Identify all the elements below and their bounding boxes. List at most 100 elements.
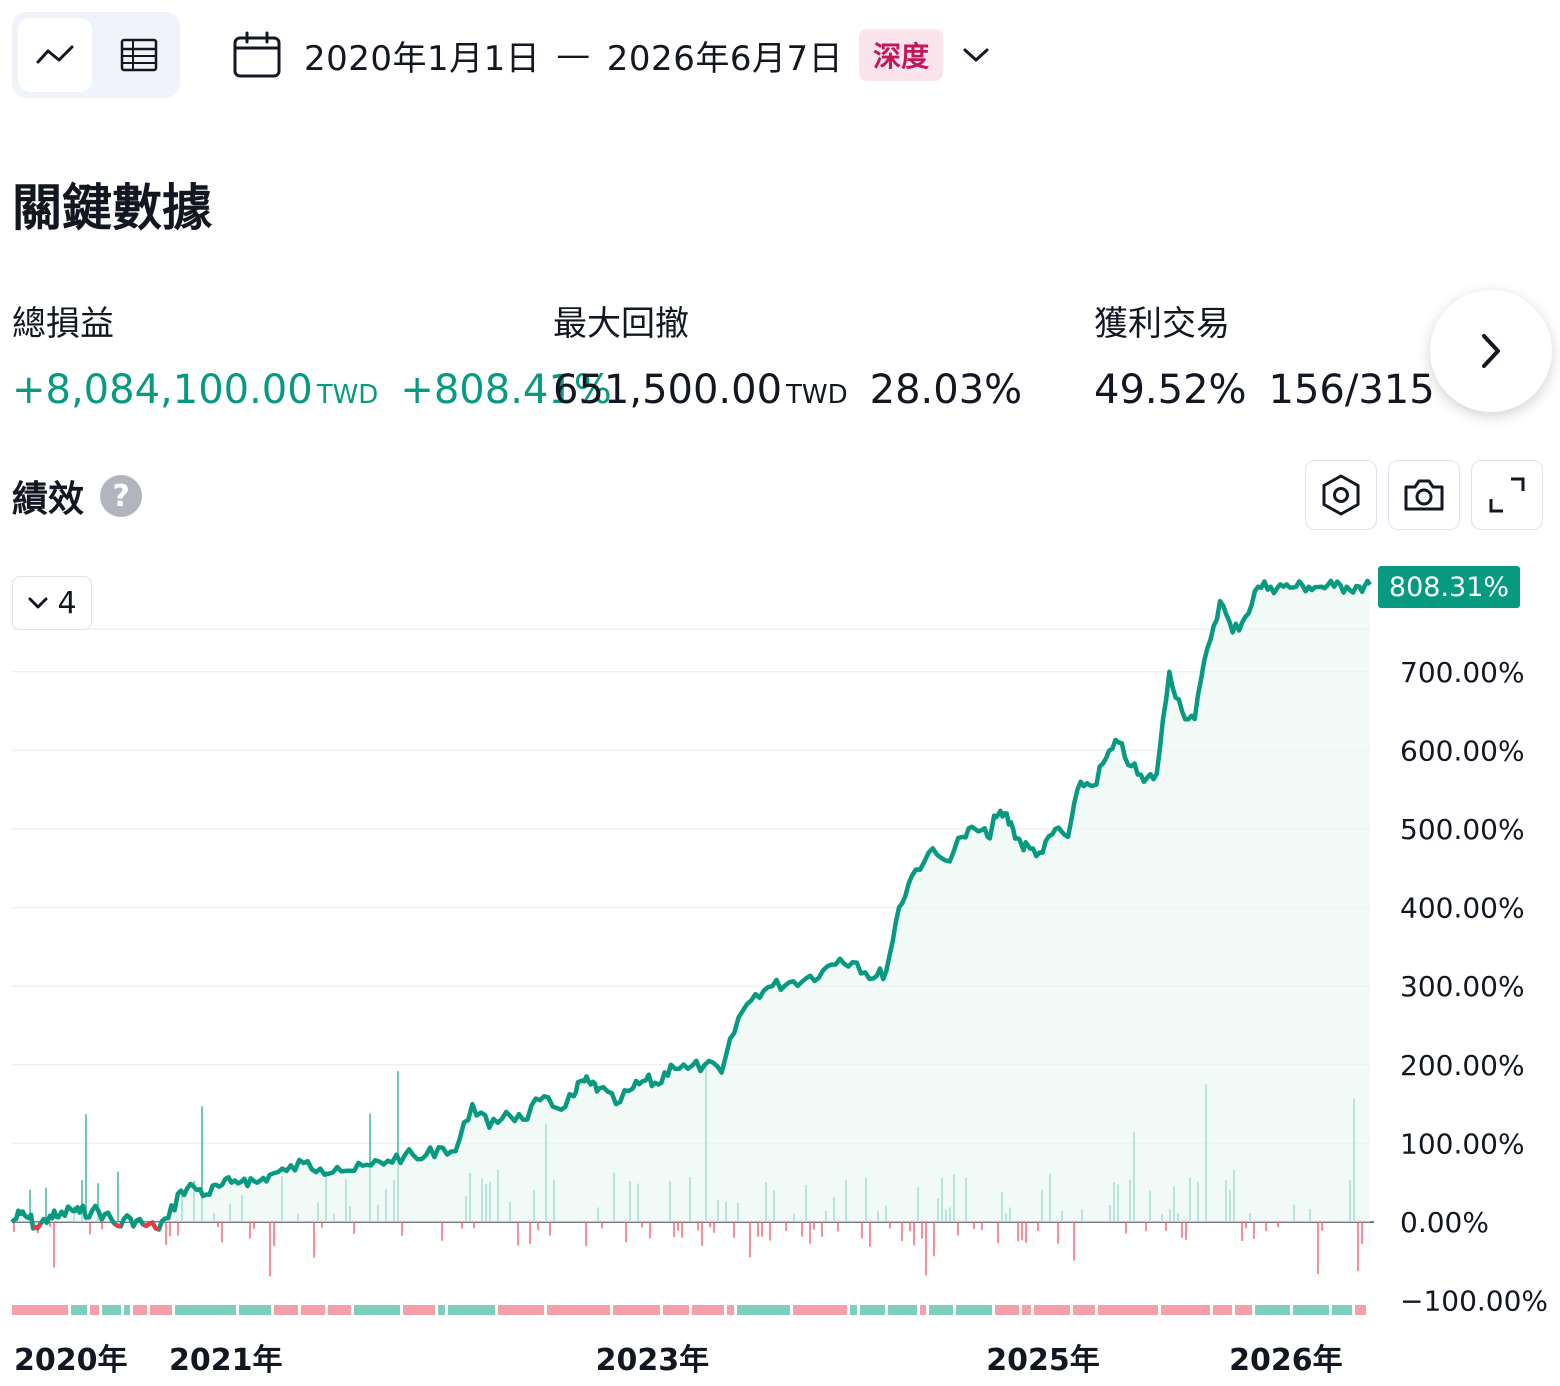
y-tick-label: 400.00% (1400, 892, 1525, 925)
strip-block-loss (692, 1305, 724, 1315)
metric-label: 獲利交易 (1094, 304, 1230, 344)
calendar-icon (233, 31, 281, 78)
strip-block-win (175, 1305, 236, 1315)
x-tick-label: 2020年 (14, 1343, 128, 1378)
strip-block-loss (498, 1305, 544, 1315)
metric-net-profit: 總損益 +8,084,100.00 TWD +808.41% (12, 296, 612, 413)
performance-header: 績效 ? (12, 470, 143, 522)
strip-block-loss (727, 1305, 734, 1315)
page-title: 關鍵數據 (12, 179, 212, 237)
camera-icon (1404, 479, 1444, 511)
y-tick-label: 700.00% (1400, 656, 1525, 689)
performance-chart[interactable]: 700.00% 600.00% 500.00% 400.00% 300.00% 200.0… (0, 560, 1560, 1386)
metric-value: +8,084,100.00 (12, 367, 313, 413)
strip-block-loss (920, 1305, 926, 1315)
strip-block-loss (1161, 1305, 1210, 1315)
settings-icon (1322, 474, 1360, 516)
metric-currency: TWD (316, 380, 379, 410)
x-tick-label: 2025年 (986, 1343, 1099, 1378)
strip-block-loss (613, 1305, 660, 1315)
strip-block-win (737, 1305, 790, 1315)
table-icon (120, 38, 158, 72)
series-toggle-button[interactable]: 4 (12, 576, 92, 630)
strip-block-loss (1098, 1305, 1158, 1315)
y-tick-label: 600.00% (1400, 734, 1525, 767)
strip-block-win (102, 1305, 121, 1315)
strip-block-win (1293, 1305, 1329, 1315)
date-start: 2020年1月1日 (304, 38, 541, 79)
strip-block-win (71, 1305, 87, 1315)
metric-percent: 28.03% (869, 367, 1023, 413)
chevron-down-icon[interactable] (961, 45, 991, 65)
strip-block-win (860, 1305, 885, 1315)
line-chart-view-button[interactable] (18, 18, 92, 92)
screenshot-button[interactable] (1388, 460, 1460, 530)
date-range-selector[interactable]: 2020年1月1日 — 2026年6月7日 深度 (232, 26, 991, 84)
strip-block-win (448, 1305, 495, 1315)
y-axis-ticks: 700.00% 600.00% 500.00% 400.00% 300.00% 200.0… (1400, 656, 1548, 1318)
metric-value: 651,500.00 (553, 367, 783, 413)
strip-block-win (1332, 1305, 1352, 1315)
strip-block-loss (1213, 1305, 1232, 1315)
strip-block-loss (1235, 1305, 1252, 1315)
strip-block-win (1255, 1305, 1290, 1315)
view-toggle (12, 12, 180, 98)
equity-area (12, 580, 1370, 1230)
metric-label: 最大回撤 (553, 304, 689, 344)
y-tick-label: −100.00% (1400, 1285, 1548, 1318)
metric-currency: TWD (786, 380, 848, 410)
strip-block-loss (328, 1305, 351, 1315)
strip-block-loss (150, 1305, 172, 1315)
strip-block-loss (995, 1305, 1019, 1315)
strip-block-loss (90, 1305, 99, 1315)
strip-block-loss (1022, 1305, 1031, 1315)
help-icon[interactable]: ? (100, 475, 143, 517)
series-count: 4 (57, 585, 77, 621)
strip-block-win (239, 1305, 271, 1315)
chevron-right-icon (1482, 334, 1500, 368)
x-tick-label: 2023年 (596, 1343, 710, 1378)
trade-strip (12, 1305, 1366, 1315)
metric-percent: 49.52% (1094, 367, 1247, 413)
next-metrics-button[interactable] (1430, 290, 1552, 412)
y-tick-label: 100.00% (1400, 1127, 1525, 1160)
current-value-tag: 808.31% (1378, 566, 1520, 608)
strip-block-loss (1034, 1305, 1070, 1315)
strip-block-win (929, 1305, 953, 1315)
metric-max-drawdown: 最大回撤 651,500.00 TWD 28.03% (553, 296, 1022, 413)
strip-block-win (124, 1305, 130, 1315)
strip-block-loss (133, 1305, 147, 1315)
strip-block-loss (1355, 1305, 1366, 1315)
table-view-button[interactable] (102, 18, 176, 92)
strip-block-win (850, 1305, 857, 1315)
chevron-down-icon (28, 597, 48, 609)
strip-block-loss (274, 1305, 298, 1315)
y-tick-label: 0.00% (1400, 1206, 1489, 1239)
y-tick-label: 200.00% (1400, 1049, 1525, 1082)
x-tick-label: 2026年 (1229, 1343, 1343, 1378)
x-tick-label: 2021年 (169, 1343, 283, 1378)
fullscreen-icon (1489, 477, 1525, 513)
strip-block-win (956, 1305, 992, 1315)
current-value-label: 808.31% (1389, 572, 1509, 603)
metric-ratio: 156/315 (1268, 367, 1435, 413)
fullscreen-button[interactable] (1471, 460, 1543, 530)
performance-title: 績效 (12, 479, 85, 520)
strip-block-loss (547, 1305, 610, 1315)
strip-block-loss (403, 1305, 435, 1315)
strip-block-win (438, 1305, 445, 1315)
metric-profitable-trades: 獲利交易 49.52% 156/315 (1094, 296, 1435, 413)
settings-button[interactable] (1305, 460, 1377, 530)
strip-block-loss (301, 1305, 325, 1315)
strip-block-loss (12, 1305, 68, 1315)
deep-badge: 深度 (859, 29, 944, 81)
metric-label: 總損益 (12, 304, 114, 344)
date-separator: — (556, 35, 591, 75)
strip-block-loss (1073, 1305, 1095, 1315)
strip-block-loss (793, 1305, 847, 1315)
y-tick-label: 500.00% (1400, 813, 1525, 846)
line-chart-icon (36, 45, 74, 64)
strip-block-loss (663, 1305, 689, 1315)
date-end: 2026年6月7日 (606, 38, 844, 79)
x-axis-ticks: 2020年 2021年 2023年 2025年 2026年 (14, 1343, 1343, 1378)
